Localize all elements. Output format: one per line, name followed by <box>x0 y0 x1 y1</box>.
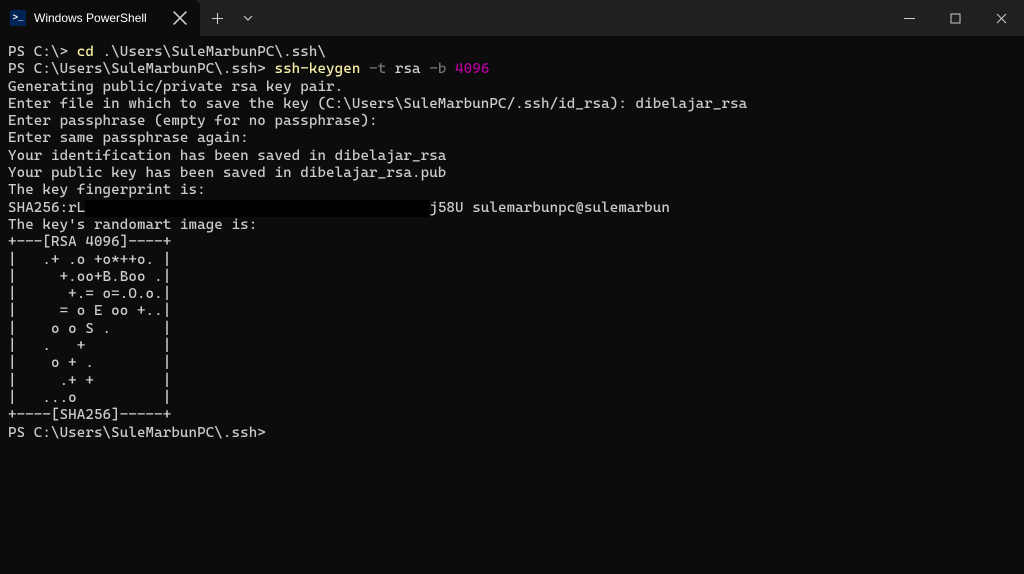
output-line: Your public key has been saved in dibela… <box>8 165 446 181</box>
randomart-line: | o o S . | <box>8 321 171 337</box>
randomart-line: +---[RSA 4096]----+ <box>8 234 171 250</box>
fingerprint-redacted <box>85 200 429 217</box>
close-icon <box>996 13 1007 24</box>
command-flag: -t <box>360 61 386 77</box>
fingerprint-suffix: j58U sulemarbunpc@sulemarbun <box>429 200 670 216</box>
tab-dropdown-button[interactable] <box>234 0 262 36</box>
minimize-icon <box>904 13 915 24</box>
titlebar-drag-area[interactable] <box>262 0 886 36</box>
terminal-output[interactable]: PS C:\> cd .\Users\SuleMarbunPC\.ssh\ PS… <box>0 36 1024 450</box>
output-line: Enter same passphrase again: <box>8 130 249 146</box>
command-arg: 4096 <box>446 61 489 77</box>
randomart-line: | +.oo+B.Boo .| <box>8 269 171 285</box>
chevron-down-icon <box>243 15 253 21</box>
powershell-icon: >_ <box>10 10 26 26</box>
randomart-line: | = o E oo +..| <box>8 303 171 319</box>
output-line: Enter file in which to save the key (C:\… <box>8 96 747 112</box>
prompt: PS C:\Users\SuleMarbunPC\.ssh> <box>8 425 266 441</box>
randomart-line: | ...o | <box>8 390 171 406</box>
plus-icon <box>212 13 223 24</box>
output-line: Your identification has been saved in di… <box>8 148 446 164</box>
output-line: Enter passphrase (empty for no passphras… <box>8 113 378 129</box>
tab-title: Windows PowerShell <box>34 11 164 25</box>
new-tab-button[interactable] <box>200 0 234 36</box>
maximize-icon <box>950 13 961 24</box>
command-flag: -b <box>421 61 447 77</box>
titlebar: >_ Windows PowerShell <box>0 0 1024 36</box>
randomart-line: | o + . | <box>8 355 171 371</box>
close-window-button[interactable] <box>978 0 1024 36</box>
output-line: The key fingerprint is: <box>8 182 206 198</box>
tab-powershell[interactable]: >_ Windows PowerShell <box>0 0 200 36</box>
output-line: Generating public/private rsa key pair. <box>8 79 343 95</box>
tab-close-button[interactable] <box>172 10 188 26</box>
randomart-line: | . + | <box>8 338 171 354</box>
minimize-button[interactable] <box>886 0 932 36</box>
command-arg: rsa <box>386 61 420 77</box>
randomart-line: | .+ + | <box>8 373 171 389</box>
randomart-line: | +.= o=.O.o.| <box>8 286 171 302</box>
output-line: The key's randomart image is: <box>8 217 257 233</box>
prompt: PS C:\Users\SuleMarbunPC\.ssh> <box>8 61 274 77</box>
command-arg: .\Users\SuleMarbunPC\.ssh\ <box>94 44 326 60</box>
command: ssh-keygen <box>274 61 360 77</box>
randomart-line: +----[SHA256]-----+ <box>8 407 171 423</box>
prompt: PS C:\> <box>8 44 77 60</box>
close-icon <box>172 10 188 26</box>
fingerprint-prefix: SHA256:rL <box>8 200 85 216</box>
command: cd <box>77 44 94 60</box>
randomart-line: | .+ .o +o*++o. | <box>8 252 171 268</box>
maximize-button[interactable] <box>932 0 978 36</box>
